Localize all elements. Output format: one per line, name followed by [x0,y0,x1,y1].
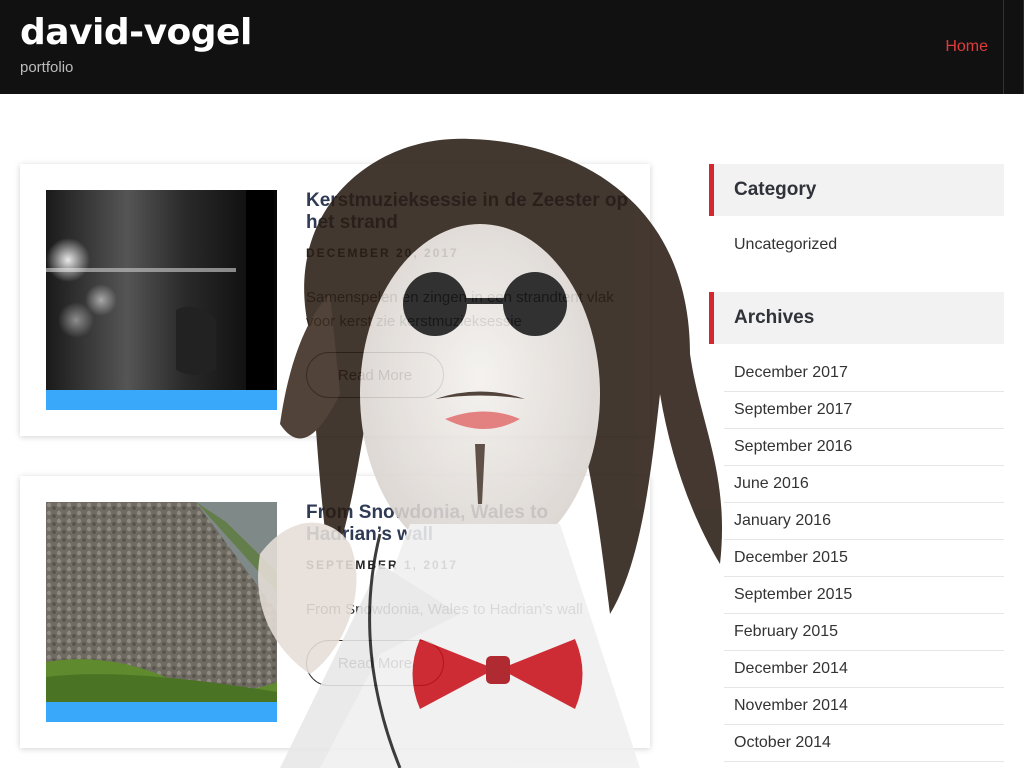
archives-widget-title: Archives [709,292,1004,344]
post-thumbnail[interactable] [46,502,277,702]
header-divider [1003,0,1004,94]
thumbnail-accent-bar [46,702,277,722]
archive-link[interactable]: September 2017 [724,392,1004,429]
read-more-button[interactable]: Read More [306,352,444,398]
archive-link[interactable]: December 2017 [724,355,1004,392]
post-card: From Snowdonia, Wales to Hadrian’s wall … [20,476,650,748]
post-excerpt: From Snowdonia, Wales to Hadrian’s wall [306,601,583,618]
archive-link[interactable]: November 2014 [724,688,1004,725]
category-link[interactable]: Uncategorized [734,236,837,254]
nav-home-link[interactable]: Home [945,38,988,56]
archive-link[interactable]: June 2016 [724,466,1004,503]
post-card: Kerstmuziek­sessie in de Zeester op het … [20,164,650,436]
post-thumbnail-image [46,190,277,390]
site-tagline: portfolio [20,59,74,76]
read-more-button[interactable]: Read More [306,640,444,686]
post-thumbnail-image [46,502,277,702]
site-title[interactable]: david-vogel [20,12,252,53]
site-header: david-vogel portfolio Home [0,0,1024,94]
post-title[interactable]: Kerstmuziek­sessie in de Zeester op het … [306,190,636,234]
post-title[interactable]: From Snowdonia, Wales to Hadrian’s wall [306,502,636,546]
archive-link[interactable]: January 2016 [724,503,1004,540]
post-thumbnail[interactable] [46,190,277,390]
archive-link[interactable]: September 2016 [724,429,1004,466]
archive-link[interactable]: September 2015 [724,577,1004,614]
archive-link[interactable]: December 2015 [724,540,1004,577]
archives-list: December 2017 September 2017 September 2… [724,355,1004,762]
archive-link[interactable]: October 2014 [724,725,1004,762]
post-excerpt: Samenspelen en zingen in een strandtent … [306,289,614,330]
archive-link[interactable]: February 2015 [724,614,1004,651]
post-date: SEPTEMBER 1, 2017 [306,558,459,572]
archive-link[interactable]: December 2014 [724,651,1004,688]
post-date: DECEMBER 20, 2017 [306,246,459,260]
category-widget-title: Category [709,164,1004,216]
thumbnail-accent-bar [46,390,277,410]
